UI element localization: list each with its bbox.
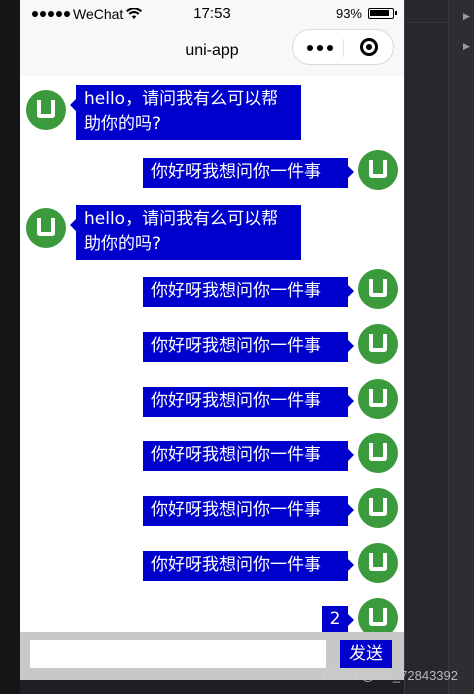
avatar-uniapp-logo-icon bbox=[26, 208, 66, 248]
message-bubble-right: 你好呀我想问你一件事 bbox=[143, 158, 354, 188]
message-bubble-right: 你好呀我想问你一件事 bbox=[143, 387, 354, 417]
panel-divider bbox=[404, 0, 405, 694]
menu-capsule bbox=[292, 29, 394, 65]
expand-caret-icon[interactable]: ▶ bbox=[463, 42, 470, 52]
expand-caret-icon[interactable]: ▶ bbox=[463, 12, 470, 22]
watermark: CSDN @m0_72843392 bbox=[321, 668, 458, 683]
status-right: 93% bbox=[335, 6, 397, 21]
message-bubble-right: 你好呀我想问你一件事 bbox=[143, 551, 354, 581]
message-bubble-right: 你好呀我想问你一件事 bbox=[143, 496, 354, 526]
devtools-panel: ▶ ▶ bbox=[404, 0, 474, 694]
avatar-uniapp-logo-icon bbox=[358, 150, 398, 190]
message-bubble-left: hello，请问我有么可以帮助你的吗? bbox=[70, 85, 301, 140]
capsule-divider bbox=[343, 39, 344, 57]
battery-percent: 93% bbox=[335, 6, 362, 21]
message-bubble-right: 你好呀我想问你一件事 bbox=[143, 441, 354, 471]
more-dots-icon[interactable] bbox=[307, 45, 333, 51]
editor-left-strip bbox=[0, 0, 20, 694]
avatar-uniapp-logo-icon bbox=[358, 543, 398, 583]
avatar-uniapp-logo-icon bbox=[358, 433, 398, 473]
avatar-uniapp-logo-icon bbox=[358, 324, 398, 364]
message-bubble-right: 你好呀我想问你一件事 bbox=[143, 277, 354, 307]
avatar-uniapp-logo-icon bbox=[26, 90, 66, 130]
panel-icon-bar: ▶ ▶ bbox=[448, 0, 474, 694]
message-input[interactable] bbox=[30, 640, 326, 668]
message-bubble-right: 你好呀我想问你一件事 bbox=[143, 332, 354, 362]
avatar-uniapp-logo-icon bbox=[358, 269, 398, 309]
avatar-uniapp-logo-icon bbox=[358, 488, 398, 528]
app-root: WeChat 17:53 93% uni-app hello，请问我有么可以帮助… bbox=[0, 0, 474, 694]
battery-icon bbox=[368, 8, 397, 19]
target-circle-icon[interactable] bbox=[360, 38, 378, 56]
status-bar: WeChat 17:53 93% bbox=[20, 0, 404, 28]
nav-bar: uni-app bbox=[20, 28, 404, 76]
phone-simulator: WeChat 17:53 93% uni-app hello，请问我有么可以帮助… bbox=[20, 0, 404, 694]
send-button[interactable]: 发送 bbox=[340, 640, 392, 668]
message-bubble-right: 2 bbox=[322, 606, 354, 632]
panel-line bbox=[404, 22, 448, 23]
message-bubble-left: hello，请问我有么可以帮助你的吗? bbox=[70, 205, 301, 260]
chat-area[interactable]: hello，请问我有么可以帮助你的吗? 你好呀我想问你一件事 hello，请问我… bbox=[20, 76, 404, 638]
avatar-uniapp-logo-icon bbox=[358, 379, 398, 419]
